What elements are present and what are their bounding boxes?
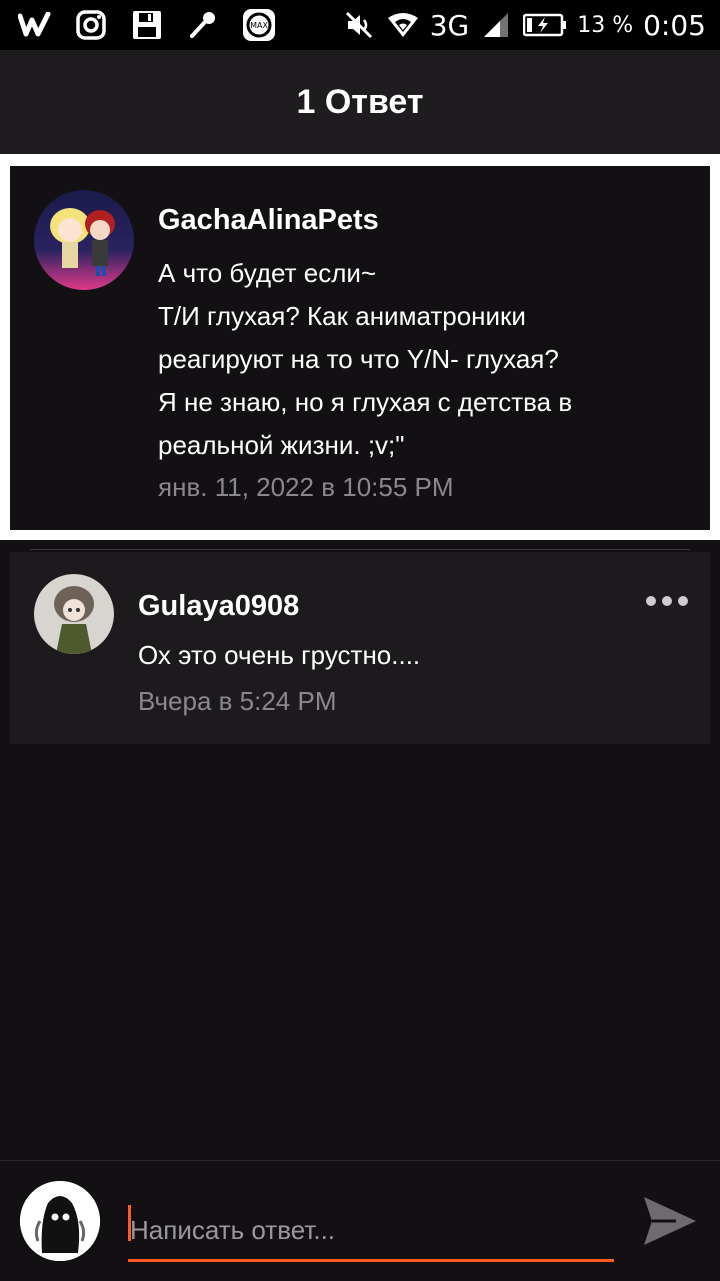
header-bar: 1 Ответ	[0, 50, 720, 154]
reply-input[interactable]	[128, 1201, 614, 1262]
text-cursor	[128, 1205, 131, 1241]
battery-percent: 13 %	[577, 12, 634, 38]
comment-text: А что будет если~ Т/И глухая? Как анимат…	[158, 252, 678, 467]
notification-icons: MAX	[18, 6, 276, 44]
page-title: 1 Ответ	[296, 82, 424, 121]
more-options-button[interactable]	[646, 596, 688, 606]
svg-text:MAX: MAX	[250, 21, 268, 30]
avatar[interactable]	[34, 574, 114, 654]
wattpad-icon	[18, 8, 52, 42]
reply-author[interactable]: Gulaya0908	[138, 590, 299, 623]
dot-icon	[662, 596, 672, 606]
wifi-icon	[386, 8, 420, 42]
status-bar: MAX 3G 13 % 0:05	[0, 0, 720, 50]
comment-line: Я не знаю, но я глухая с детства в	[158, 387, 573, 417]
parent-comment-frame: GachaAlinaPets А что будет если~ Т/И глу…	[0, 154, 720, 540]
avatar[interactable]	[34, 190, 134, 290]
comment-line: Т/И глухая? Как аниматроники	[158, 301, 526, 331]
comment-line: реагируют на то что Y/N- глухая?	[158, 344, 559, 374]
max-app-icon: MAX	[242, 8, 276, 42]
muted-icon	[342, 8, 376, 42]
parent-comment: GachaAlinaPets А что будет если~ Т/И глу…	[10, 166, 710, 530]
instagram-icon	[74, 8, 108, 42]
comment-author[interactable]: GachaAlinaPets	[158, 204, 379, 237]
reply-composer	[0, 1160, 720, 1281]
reply-item: Gulaya0908 Ох это очень грустно.... Вчер…	[10, 552, 710, 744]
clock: 0:05	[643, 8, 706, 42]
network-type: 3G	[429, 8, 470, 42]
system-indicators: 3G 13 % 0:05	[342, 0, 706, 50]
dot-icon	[646, 596, 656, 606]
divider	[30, 549, 690, 550]
signal-icon	[479, 8, 513, 42]
comment-timestamp: янв. 11, 2022 в 10:55 PM	[158, 472, 454, 502]
reply-timestamp: Вчера в 5:24 PM	[138, 686, 337, 716]
battery-charging-icon	[523, 8, 567, 42]
send-button[interactable]	[640, 1191, 700, 1251]
comment-line: реальной жизни. ;v;"	[158, 430, 405, 460]
save-icon	[130, 8, 164, 42]
reply-text: Ох это очень грустно....	[138, 640, 421, 670]
send-icon	[644, 1197, 696, 1245]
avatar	[20, 1181, 100, 1261]
dot-icon	[678, 596, 688, 606]
microphone-icon	[186, 8, 220, 42]
comment-line: А что будет если~	[158, 258, 377, 288]
